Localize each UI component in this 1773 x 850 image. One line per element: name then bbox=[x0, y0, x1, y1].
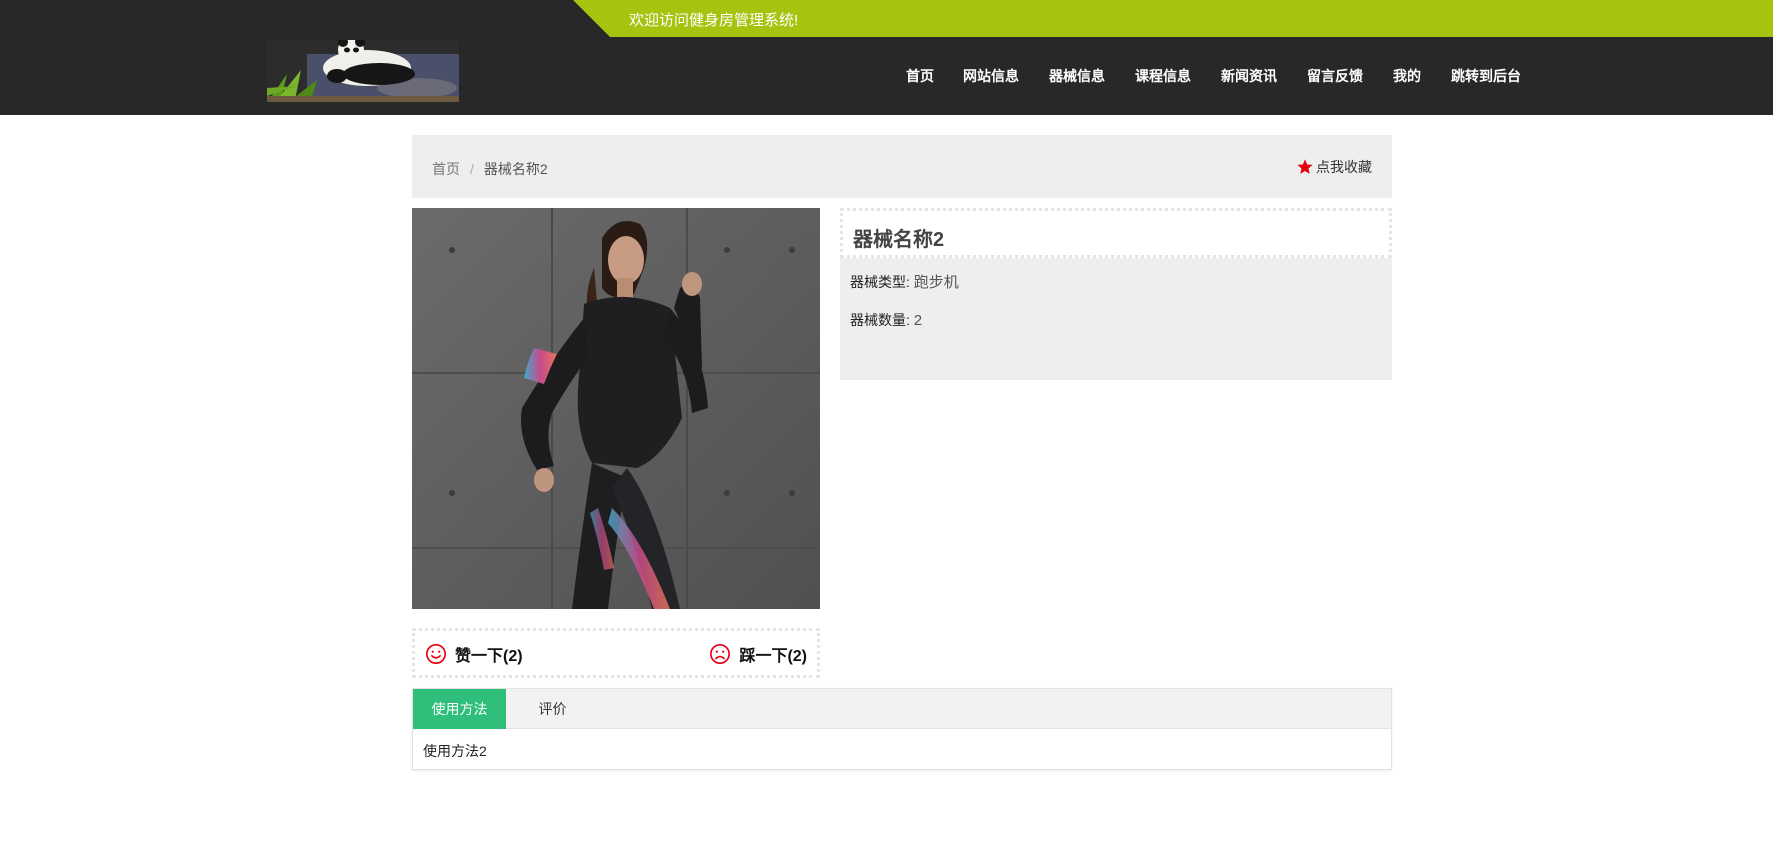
breadcrumb-home-link[interactable]: 首页 bbox=[432, 161, 460, 177]
main-nav: 首页 网站信息 器械信息 课程信息 新闻资讯 留言反馈 我的 跳转到后台 bbox=[0, 66, 1773, 88]
runner-photo bbox=[412, 208, 820, 609]
equipment-count-row: 器械数量: 2 bbox=[850, 310, 922, 330]
tab-header: 使用方法 评价 bbox=[413, 689, 1391, 729]
nav-item-feedback[interactable]: 留言反馈 bbox=[1307, 66, 1363, 86]
nav-item-home[interactable]: 首页 bbox=[906, 66, 934, 86]
nav-item-mine[interactable]: 我的 bbox=[1393, 66, 1421, 86]
smile-icon bbox=[426, 644, 446, 664]
star-icon bbox=[1297, 159, 1313, 174]
favorite-label: 点我收藏 bbox=[1316, 159, 1372, 175]
detail-tabs: 使用方法 评价 使用方法2 bbox=[412, 688, 1392, 770]
favorite-button[interactable]: 点我收藏 bbox=[1296, 157, 1372, 177]
dislike-button[interactable]: 踩一下(2) bbox=[709, 642, 807, 666]
breadcrumb-bar: 首页 / 器械名称2 点我收藏 bbox=[412, 135, 1392, 198]
product-details: 器械类型: 跑步机 器械数量: 2 bbox=[840, 258, 1392, 380]
nav-item-news[interactable]: 新闻资讯 bbox=[1221, 66, 1277, 86]
breadcrumb-separator: / bbox=[470, 161, 474, 177]
frown-icon bbox=[710, 644, 731, 664]
site-header: 欢迎访问健身房管理系统! 首页 网站信息 器械信息 课程信息 新闻资讯 留言反馈 bbox=[0, 0, 1773, 115]
equipment-count-value: 2 bbox=[913, 312, 923, 329]
like-label: 赞一下(2) bbox=[455, 648, 523, 665]
welcome-bar-slant bbox=[573, 0, 610, 37]
equipment-type-label: 器械类型: bbox=[850, 274, 910, 290]
vote-box: 赞一下(2) 踩一下(2) bbox=[412, 628, 820, 678]
like-button[interactable]: 赞一下(2) bbox=[425, 642, 523, 666]
nav-item-site-info[interactable]: 网站信息 bbox=[963, 66, 1019, 86]
equipment-type-row: 器械类型: 跑步机 bbox=[850, 271, 959, 292]
equipment-type-value: 跑步机 bbox=[913, 274, 959, 291]
nav-item-admin[interactable]: 跳转到后台 bbox=[1451, 66, 1521, 86]
breadcrumb-current: 器械名称2 bbox=[483, 161, 548, 177]
tab-content: 使用方法2 bbox=[423, 743, 487, 759]
nav-item-equipment-info[interactable]: 器械信息 bbox=[1049, 66, 1105, 86]
tab-usage[interactable]: 使用方法 bbox=[413, 689, 506, 729]
equipment-count-label: 器械数量: bbox=[850, 312, 910, 328]
nav-item-course-info[interactable]: 课程信息 bbox=[1135, 66, 1191, 86]
welcome-text: 欢迎访问健身房管理系统! bbox=[629, 12, 799, 29]
dislike-label: 踩一下(2) bbox=[739, 648, 807, 665]
tab-reviews[interactable]: 评价 bbox=[506, 689, 599, 729]
product-image bbox=[412, 208, 820, 609]
product-title-box: 器械名称2 bbox=[840, 208, 1392, 258]
product-title: 器械名称2 bbox=[853, 229, 945, 251]
breadcrumb: 首页 / 器械名称2 bbox=[432, 159, 548, 179]
